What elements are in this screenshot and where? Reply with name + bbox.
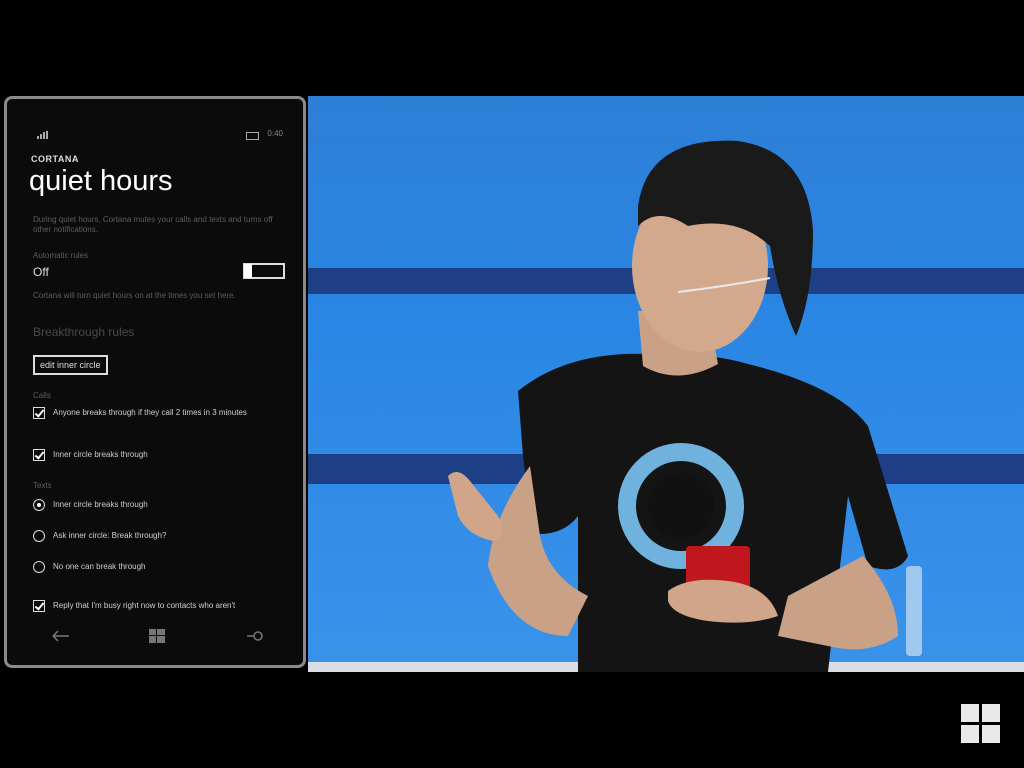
calls-option-label: Anyone breaks through if they call 2 tim… xyxy=(53,408,247,417)
page-description: During quiet hours, Cortana mutes your c… xyxy=(33,215,273,234)
checkbox-checked-icon[interactable] xyxy=(33,600,45,612)
reply-busy-option[interactable]: Reply that I'm busy right now to contact… xyxy=(33,600,289,614)
battery-icon xyxy=(246,132,259,140)
back-arrow-icon[interactable] xyxy=(51,629,71,643)
radio-unselected-icon[interactable] xyxy=(33,530,45,542)
automatic-rules-state: Off xyxy=(33,265,49,279)
phone-screen: 0:40 CORTANA quiet hours During quiet ho… xyxy=(4,96,306,668)
texts-option-label: No one can break through xyxy=(53,562,146,571)
stage-video xyxy=(308,96,1024,672)
app-title: CORTANA xyxy=(31,154,79,164)
edit-inner-circle-button[interactable]: edit inner circle xyxy=(33,355,108,375)
texts-option-label: Ask inner circle: Break through? xyxy=(53,531,167,540)
calls-label: Calls xyxy=(33,391,51,400)
automatic-rules-description: Cortana will turn quiet hours on at the … xyxy=(33,291,236,300)
status-bar: 0:40 xyxy=(29,129,283,141)
signal-icon xyxy=(37,131,53,139)
windows-logo-icon xyxy=(961,704,1001,744)
presenter-image xyxy=(448,140,922,672)
toggle-knob xyxy=(244,264,252,278)
texts-option-ask[interactable]: Ask inner circle: Break through? xyxy=(33,530,289,556)
search-icon[interactable] xyxy=(245,629,265,643)
automatic-rules-toggle[interactable] xyxy=(243,263,285,279)
page-title: quiet hours xyxy=(29,165,173,197)
texts-option-inner-circle[interactable]: Inner circle breaks through xyxy=(33,499,289,525)
radio-unselected-icon[interactable] xyxy=(33,561,45,573)
automatic-rules-label: Automatic rules xyxy=(33,251,89,260)
status-time: 0:40 xyxy=(267,129,283,138)
calls-option-anyone[interactable]: Anyone breaks through if they call 2 tim… xyxy=(33,407,289,433)
phone-nav-bar xyxy=(7,623,303,653)
calls-option-label: Inner circle breaks through xyxy=(53,450,148,459)
checkbox-checked-icon[interactable] xyxy=(33,407,45,419)
calls-option-inner-circle[interactable]: Inner circle breaks through xyxy=(33,449,289,475)
radio-selected-icon[interactable] xyxy=(33,499,45,511)
reply-busy-label: Reply that I'm busy right now to contact… xyxy=(53,601,236,610)
texts-label: Texts xyxy=(33,481,52,490)
windows-start-icon[interactable] xyxy=(149,629,165,643)
breakthrough-rules-heading: Breakthrough rules xyxy=(33,325,135,339)
texts-option-label: Inner circle breaks through xyxy=(53,500,148,509)
texts-option-no-one[interactable]: No one can break through xyxy=(33,561,289,587)
checkbox-checked-icon[interactable] xyxy=(33,449,45,461)
